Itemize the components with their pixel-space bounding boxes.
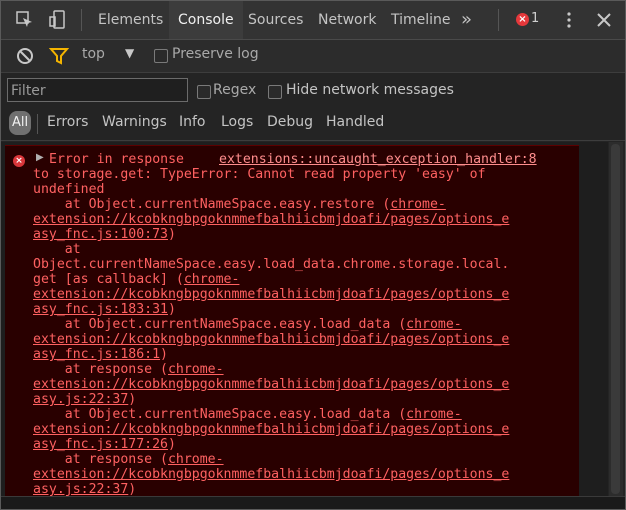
tab-elements[interactable]: Elements (98, 1, 163, 39)
regex-checkbox[interactable] (197, 85, 211, 99)
level-debug-button[interactable]: Debug (267, 114, 313, 130)
devtools-window: Elements Console Sources Network Timelin… (0, 0, 626, 510)
error-line[interactable]: asy_fnc.js:186:1) (33, 347, 168, 362)
error-line[interactable]: extension://kcobkngbpgoknmmefbalhiicbmjd… (33, 332, 509, 347)
error-line[interactable]: extension://kcobkngbpgoknmmefbalhiicbmjd… (33, 212, 509, 227)
error-line[interactable]: asy.js:22:37) (33, 392, 136, 407)
filter-input[interactable]: Filter (7, 78, 188, 102)
error-line: to storage.get: TypeError: Cannot read p… (33, 167, 486, 182)
filter-bar: Filter Regex Hide network messages (1, 73, 625, 109)
more-tabs-button[interactable]: » (461, 1, 472, 39)
error-line[interactable]: extension://kcobkngbpgoknmmefbalhiicbmjd… (33, 422, 509, 437)
error-line[interactable]: asy_fnc.js:177:26) (33, 437, 176, 452)
toolbar-divider (81, 9, 82, 31)
tab-sources[interactable]: Sources (248, 1, 303, 39)
tab-console[interactable]: Console (169, 1, 243, 39)
preserve-log-label[interactable]: Preserve log (172, 46, 259, 62)
bottom-strip (1, 496, 625, 509)
console-messages: × ▶ extensions::uncaught_exception_handl… (1, 142, 608, 497)
preserve-log-checkbox[interactable] (154, 49, 168, 63)
hide-network-label[interactable]: Hide network messages (286, 82, 454, 98)
level-handled-button[interactable]: Handled (326, 114, 384, 130)
error-line[interactable]: asy.js:22:37) (33, 482, 136, 497)
error-count[interactable]: 1 (531, 11, 539, 26)
error-line[interactable]: extension://kcobkngbpgoknmmefbalhiicbmjd… (33, 467, 509, 482)
scrollbar-thumb[interactable] (611, 144, 620, 494)
error-line: at response (chrome- (33, 362, 224, 377)
more-icon[interactable] (559, 10, 579, 30)
error-line: Error in response (49, 152, 192, 167)
error-line: at Object.currentNameSpace.easy.restore … (33, 197, 446, 212)
expand-arrow-icon[interactable]: ▶ (36, 152, 44, 163)
level-divider (37, 114, 38, 134)
error-line: get [as callback] (chrome- (33, 272, 240, 287)
toolbar-divider (498, 9, 499, 31)
error-line: at Object.currentNameSpace.easy.load_dat… (33, 317, 462, 332)
inspect-icon[interactable] (15, 10, 35, 30)
level-info-button[interactable]: Info (179, 114, 206, 130)
chevron-down-icon[interactable]: ▼ (125, 46, 134, 60)
error-count-icon[interactable]: × (516, 13, 529, 26)
level-all-button[interactable]: All (9, 111, 31, 135)
device-icon[interactable] (48, 10, 68, 30)
error-line: at (33, 242, 81, 257)
console-scrollbar[interactable] (609, 142, 623, 496)
error-icon: × (13, 155, 25, 167)
error-line[interactable]: asy_fnc.js:100:73) (33, 227, 176, 242)
level-errors-button[interactable]: Errors (47, 114, 88, 130)
level-warnings-button[interactable]: Warnings (102, 114, 167, 130)
error-line: at response (chrome- (33, 452, 224, 467)
tab-timeline[interactable]: Timeline (391, 1, 451, 39)
tab-network[interactable]: Network (318, 1, 376, 39)
error-line: Object.currentNameSpace.easy.load_data.c… (33, 257, 510, 272)
regex-label[interactable]: Regex (213, 82, 256, 98)
error-line: undefined (33, 182, 105, 197)
close-icon[interactable] (594, 10, 614, 30)
context-selector[interactable]: top (82, 46, 105, 62)
level-filter-bar: All Errors Warnings Info Logs Debug Hand… (1, 107, 625, 141)
filter-icon[interactable] (49, 46, 69, 66)
error-message[interactable]: × ▶ extensions::uncaught_exception_handl… (5, 145, 579, 497)
error-line[interactable]: asy_fnc.js:183:31) (33, 302, 176, 317)
error-line[interactable]: extension://kcobkngbpgoknmmefbalhiicbmjd… (33, 377, 509, 392)
console-toolbar: top ▼ Preserve log (1, 40, 625, 73)
level-logs-button[interactable]: Logs (221, 114, 253, 130)
clear-console-icon[interactable] (15, 46, 35, 66)
error-source-link[interactable]: extensions::uncaught_exception_handler:8 (219, 152, 537, 167)
error-line: at Object.currentNameSpace.easy.load_dat… (33, 407, 462, 422)
devtools-tab-bar: Elements Console Sources Network Timelin… (1, 1, 625, 40)
error-line[interactable]: extension://kcobkngbpgoknmmefbalhiicbmjd… (33, 287, 509, 302)
hide-network-checkbox[interactable] (268, 85, 282, 99)
